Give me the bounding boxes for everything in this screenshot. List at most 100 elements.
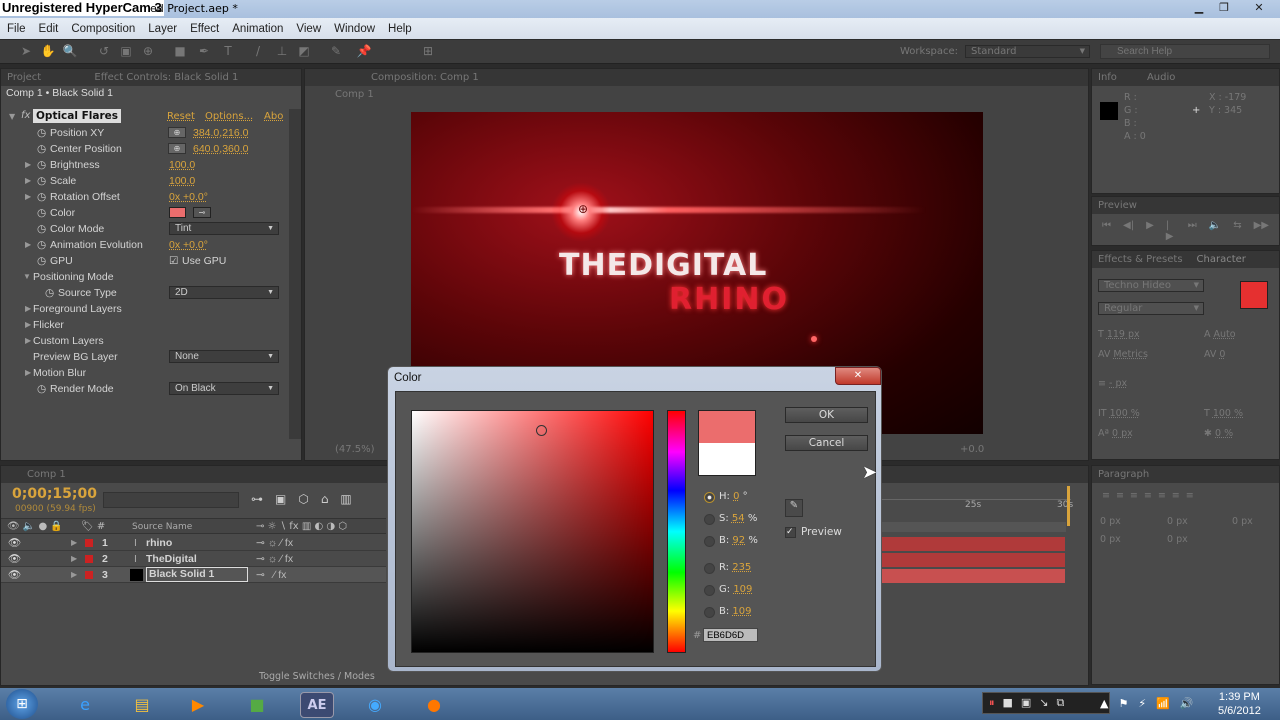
fill-color-swatch[interactable] (1240, 281, 1268, 309)
system-tray-icons[interactable]: ▲⚑⚡📶🔊 (1100, 697, 1203, 710)
brush-tool-icon[interactable]: / (250, 44, 266, 60)
eyedropper-icon[interactable]: ✎ (785, 499, 803, 517)
saturation-brightness-field[interactable] (411, 410, 654, 653)
menu-file[interactable]: File (7, 23, 26, 35)
tab-info[interactable]: Info (1098, 72, 1117, 83)
property-dropdown[interactable]: 2D (169, 286, 279, 299)
color-picker-handle[interactable] (536, 425, 547, 436)
layer-name[interactable]: Black Solid 1 (146, 567, 248, 582)
flare-position-crosshair-icon[interactable]: ⊕ (578, 202, 588, 216)
current-time-indicator[interactable] (1067, 486, 1070, 526)
menu-window[interactable]: Window (334, 23, 375, 35)
ok-button[interactable]: OK (785, 407, 868, 423)
menu-effect[interactable]: Effect (190, 23, 219, 35)
stopwatch-icon[interactable]: ◷ (37, 381, 46, 397)
zoom-tool-icon[interactable]: 🔍 (62, 44, 78, 60)
twirl-triangle-icon[interactable]: ▶ (25, 301, 31, 317)
preview-checkbox[interactable]: ✓ (785, 527, 796, 538)
tab-audio[interactable]: Audio (1147, 72, 1175, 83)
tab-effects-presets[interactable]: Effects & Presets (1098, 254, 1183, 265)
dialog-close-button[interactable]: ✕ (835, 367, 881, 385)
twirl-triangle-icon[interactable]: ▶ (25, 365, 31, 381)
start-button[interactable]: ⊞ (6, 689, 38, 719)
stopwatch-icon[interactable]: ◷ (37, 141, 46, 157)
toggle-switches-modes-button[interactable]: Toggle Switches / Modes (259, 671, 375, 682)
hypercam-icon[interactable]: ◉ (358, 692, 392, 718)
menu-edit[interactable]: Edit (39, 23, 59, 35)
stopwatch-icon[interactable]: ◷ (37, 189, 46, 205)
visibility-eye-icon[interactable]: 👁 (8, 551, 21, 567)
twirl-triangle-icon[interactable]: ▶ (25, 237, 31, 253)
layer-switches[interactable]: ⊸ ∕ fx (256, 567, 286, 583)
align-buttons[interactable]: ≡≡≡≡≡≡≡ (1102, 490, 1200, 501)
comp-breadcrumb[interactable]: Comp 1 (305, 86, 1088, 100)
camera-tool-icon[interactable]: ▣ (118, 44, 134, 60)
property-value[interactable]: 384.0,216.0 (193, 125, 248, 141)
time-ruler[interactable]: 25s 30s (881, 486, 1073, 526)
property-value[interactable]: 0x +0.0° (169, 237, 208, 253)
property-dropdown[interactable]: On Black (169, 382, 279, 395)
effect-controls-scrollbar[interactable] (289, 109, 301, 439)
minimize-button[interactable]: ▁ (1188, 1, 1210, 15)
property-value[interactable]: 640.0,360.0 (193, 141, 248, 157)
hex-input[interactable] (703, 628, 758, 642)
cancel-button[interactable]: Cancel (785, 435, 868, 451)
label-color-icon[interactable] (85, 555, 93, 563)
font-family-dropdown[interactable]: Techno Hideo (1098, 279, 1204, 292)
text-tool-icon[interactable]: T (220, 44, 236, 60)
menu-view[interactable]: View (296, 23, 321, 35)
search-help-input[interactable] (1100, 44, 1270, 59)
selection-tool-icon[interactable]: ➤ (18, 44, 34, 60)
reset-link[interactable]: Reset (167, 111, 195, 122)
layer-twirl-icon[interactable]: ▶ (71, 551, 77, 567)
twirl-triangle-icon[interactable]: ▶ (25, 317, 31, 333)
clone-stamp-tool-icon[interactable]: ⊥ (274, 44, 290, 60)
options-link[interactable]: Options... (205, 111, 253, 122)
stopwatch-icon[interactable]: ◷ (37, 237, 46, 253)
radio-r[interactable] (704, 563, 715, 574)
tab-preview[interactable]: Preview (1098, 200, 1137, 211)
puppet-pin-tool-icon[interactable]: 📌 (356, 44, 372, 60)
eraser-tool-icon[interactable]: ◩ (296, 44, 312, 60)
minecraft-icon[interactable]: ■ (240, 692, 274, 718)
source-name-header[interactable]: Source Name (132, 522, 192, 532)
layer-row[interactable]: 👁 ▶ 3 Black Solid 1 ⊸ ∕ fx (1, 567, 386, 583)
about-link[interactable]: Abo (264, 111, 283, 122)
layer-switches[interactable]: ⊸ ☼ ∕ fx (256, 551, 293, 567)
stopwatch-icon[interactable]: ◷ (37, 125, 46, 141)
twirl-triangle-icon[interactable]: ▶ (25, 173, 31, 189)
after-effects-icon[interactable]: AE (300, 692, 334, 718)
stopwatch-icon[interactable]: ◷ (37, 205, 46, 221)
mute-icon[interactable]: 🔈 (1209, 220, 1221, 242)
layer-bar-thedigital[interactable] (881, 553, 1065, 567)
hue-slider[interactable] (667, 410, 686, 653)
layer-twirl-icon[interactable]: ▶ (71, 535, 77, 551)
stopwatch-icon[interactable]: ◷ (37, 173, 46, 189)
twirl-open-icon[interactable]: ▼ (23, 269, 31, 285)
layer-bar-rhino[interactable] (881, 537, 1065, 551)
effect-name[interactable]: Optical Flares (33, 109, 122, 123)
radio-bb[interactable] (704, 607, 715, 618)
visibility-eye-icon[interactable]: 👁 (8, 567, 21, 583)
clock[interactable]: 1:39 PM 5/6/2012 (1218, 690, 1261, 718)
layer-name[interactable]: TheDigital (146, 551, 197, 567)
crosshair-target-icon[interactable]: ⊕ (168, 127, 186, 138)
tab-paragraph[interactable]: Paragraph (1098, 469, 1149, 480)
timecode[interactable]: 0;00;15;00 (12, 486, 97, 502)
first-frame-icon[interactable]: ⏮ (1102, 220, 1111, 242)
roto-brush-tool-icon[interactable]: ✎ (328, 44, 344, 60)
last-frame-icon[interactable]: ⏭ (1188, 220, 1197, 242)
stopwatch-icon[interactable]: ◷ (45, 285, 54, 301)
rotate-tool-icon[interactable]: ↺ (96, 44, 112, 60)
stopwatch-icon[interactable]: ◷ (37, 253, 46, 269)
layer-row[interactable]: 👁 ▶ 2 I TheDigital ⊸ ☼ ∕ fx (1, 551, 386, 567)
pen-tool-icon[interactable]: ✒ (196, 44, 212, 60)
property-value[interactable]: 0x +0.0° (169, 189, 208, 205)
close-button[interactable]: ✕ (1248, 1, 1270, 15)
radio-g[interactable] (704, 585, 715, 596)
timeline-switch-buttons[interactable]: ⊶▣⬡⌂▥ (251, 492, 364, 506)
work-area-bar[interactable] (881, 522, 1066, 532)
loop-icon[interactable]: ⇆ (1233, 220, 1241, 242)
color-swatch[interactable] (169, 207, 186, 218)
eyedropper-icon[interactable]: ⊸ (193, 207, 211, 218)
